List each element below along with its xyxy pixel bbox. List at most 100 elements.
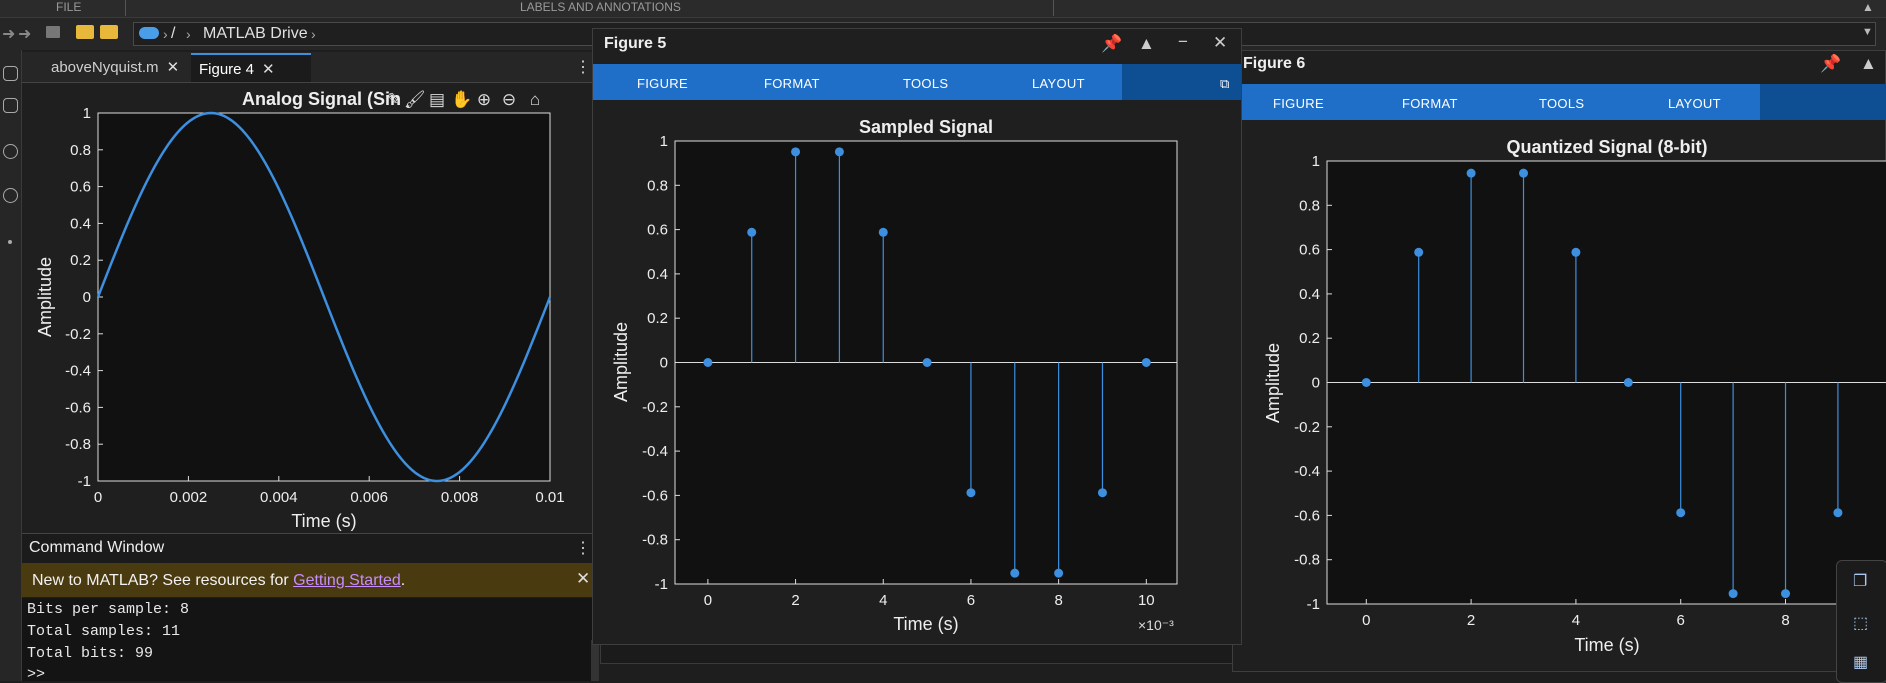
y-tick-label: 1	[83, 105, 91, 122]
tab-layout[interactable]: LAYOUT	[1668, 96, 1721, 111]
maximize-icon[interactable]: ▲	[1138, 34, 1155, 54]
stem-marker	[1676, 508, 1685, 517]
more-panels-icon[interactable]	[8, 240, 12, 244]
y-tick-label: 0	[1312, 375, 1320, 392]
pin-icon[interactable]: 📌	[1820, 54, 1841, 74]
x-tick-label: 10	[1138, 592, 1155, 609]
x-tick-label: 0.006	[350, 489, 388, 506]
new-folder-icon[interactable]	[76, 25, 94, 39]
history-panel-icon[interactable]	[3, 188, 18, 203]
x-tick-label: 0.004	[260, 489, 298, 506]
files-panel-icon[interactable]	[3, 66, 18, 81]
y-tick-label: 0.6	[647, 222, 668, 239]
y-tick-label: -0.6	[65, 399, 91, 416]
file-section-label: FILE	[56, 0, 81, 15]
close-banner-icon[interactable]: ✕	[576, 569, 590, 589]
up-folder-icon[interactable]	[46, 26, 60, 38]
close-icon[interactable]: ✕	[262, 61, 275, 78]
command-window-options-icon[interactable]: ⋮	[575, 538, 591, 558]
x-axis-multiplier: ×10⁻³	[1138, 617, 1174, 633]
tab-format[interactable]: FORMAT	[764, 76, 820, 91]
y-tick-label: -0.8	[1294, 552, 1320, 569]
stem-marker	[966, 488, 975, 497]
y-tick-label: -0.4	[1294, 463, 1320, 480]
maximize-icon[interactable]: ▲	[1860, 54, 1877, 74]
undock-icon[interactable]: ⧉	[1220, 76, 1229, 92]
labels-section-label: LABELS AND ANNOTATIONS	[520, 0, 681, 15]
stem-marker	[1519, 169, 1528, 178]
table-icon[interactable]: ▦	[1853, 652, 1868, 672]
x-tick-label: 6	[967, 592, 975, 609]
close-icon[interactable]: ✕	[1213, 33, 1227, 53]
workspace-panel-icon[interactable]	[3, 98, 18, 113]
tab-layout[interactable]: LAYOUT	[1032, 76, 1085, 91]
back-icon[interactable]: ➜	[2, 24, 15, 44]
more-options-icon[interactable]: ⋮	[575, 57, 591, 77]
y-tick-label: 1	[1312, 153, 1320, 170]
stem-marker	[1624, 378, 1633, 387]
stem-marker	[835, 147, 844, 156]
getting-started-link[interactable]: Getting Started	[293, 572, 401, 589]
x-tick-label: 4	[1572, 612, 1580, 629]
y-axis-label: Amplitude	[35, 257, 55, 337]
close-icon[interactable]: ✕	[167, 59, 180, 76]
tabstrip-extension	[1760, 84, 1886, 120]
tab-figure-4[interactable]: Figure 4✕	[191, 53, 311, 82]
window-title: Figure 6	[1243, 55, 1305, 73]
y-tick-label: 0.6	[70, 179, 91, 196]
stem-marker	[1833, 508, 1842, 517]
window-stack-icon[interactable]: ❐	[1853, 571, 1867, 591]
project-panel-icon[interactable]	[3, 144, 18, 159]
edit-icon[interactable]: ✎	[384, 90, 404, 110]
pan-icon[interactable]: ✋	[451, 90, 471, 110]
output-line: Total bits: 99	[27, 645, 153, 662]
y-axis-label: Amplitude	[611, 322, 631, 402]
y-tick-label: -0.6	[642, 487, 668, 504]
tab-label: aboveNyquist.m	[51, 59, 159, 76]
chevron-right-icon: ›	[163, 26, 168, 42]
minimize-icon[interactable]: −	[1178, 32, 1188, 52]
home-icon[interactable]: ⌂	[525, 90, 545, 110]
tab-format[interactable]: FORMAT	[1402, 96, 1458, 111]
x-axis-label: Time (s)	[291, 511, 356, 531]
x-tick-label: 8	[1781, 612, 1789, 629]
tab-aboveNyquist[interactable]: aboveNyquist.m ✕	[43, 53, 187, 82]
scrollbar[interactable]	[591, 640, 599, 681]
address-root[interactable]: /	[171, 25, 175, 43]
y-tick-label: -0.4	[65, 363, 91, 380]
resize-icon[interactable]: ⬚	[1853, 613, 1868, 633]
address-folder[interactable]: MATLAB Drive	[203, 25, 308, 43]
command-prompt[interactable]: >>	[27, 666, 45, 683]
y-tick-label: 0.4	[1299, 286, 1320, 303]
x-tick-label: 0.008	[441, 489, 479, 506]
zoom-out-icon[interactable]: ⊖	[499, 90, 519, 110]
tab-figure[interactable]: FIGURE	[1273, 96, 1324, 111]
stem-marker	[747, 228, 756, 237]
y-tick-label: 0.8	[1299, 197, 1320, 214]
zoom-in-icon[interactable]: ⊕	[474, 90, 494, 110]
y-tick-label: -0.6	[1294, 507, 1320, 524]
forward-icon[interactable]: ➜	[18, 24, 31, 44]
address-dropdown-icon[interactable]: ▼	[1862, 26, 1873, 38]
y-tick-label: 0.6	[1299, 242, 1320, 259]
y-tick-label: -0.2	[65, 326, 91, 343]
browse-folder-icon[interactable]	[100, 25, 118, 39]
y-tick-label: 0.8	[70, 142, 91, 159]
banner-message: New to MATLAB? See resources for Getting…	[32, 572, 405, 590]
pin-icon[interactable]: 📌	[1101, 34, 1122, 54]
collapse-toolstrip-icon[interactable]: ▲	[1862, 0, 1874, 14]
chart-title: Analog Signal (Sin	[242, 89, 401, 109]
stem-marker	[703, 358, 712, 367]
y-tick-label: 0.2	[1299, 330, 1320, 347]
chart-analog-signal: 00.0020.0040.0060.0080.01-1-0.8-0.6-0.4-…	[22, 83, 592, 533]
stem-marker	[879, 228, 888, 237]
chart-quantized-signal: 02468-1-0.8-0.6-0.4-0.200.20.40.60.81 Qu…	[1233, 121, 1886, 671]
data-tips-icon[interactable]: ▤	[427, 90, 447, 110]
chevron-right-icon: ›	[186, 26, 191, 42]
brush-icon[interactable]: 🖌	[404, 90, 424, 110]
tab-tools[interactable]: TOOLS	[903, 76, 948, 91]
tab-tools[interactable]: TOOLS	[1539, 96, 1584, 111]
x-tick-label: 2	[1467, 612, 1475, 629]
x-tick-label: 0	[704, 592, 712, 609]
tab-figure[interactable]: FIGURE	[637, 76, 688, 91]
